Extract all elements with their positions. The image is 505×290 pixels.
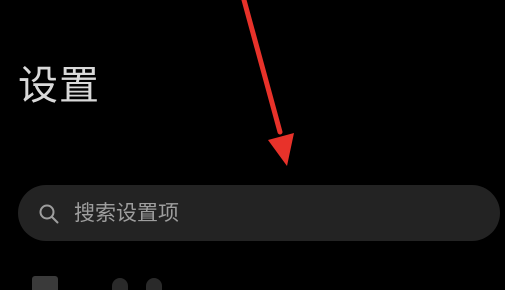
page-title: 设置	[18, 63, 100, 109]
list-item-icon	[32, 276, 58, 290]
list-item-label-fragment	[112, 278, 128, 290]
list-item-label-fragment	[146, 278, 162, 290]
search-input[interactable]: 搜索设置项	[74, 198, 179, 228]
search-bar[interactable]: 搜索设置项	[18, 185, 500, 241]
search-icon	[39, 204, 59, 224]
settings-list-item-partial[interactable]	[0, 268, 505, 290]
settings-screen: 设置 搜索设置项	[0, 0, 505, 290]
